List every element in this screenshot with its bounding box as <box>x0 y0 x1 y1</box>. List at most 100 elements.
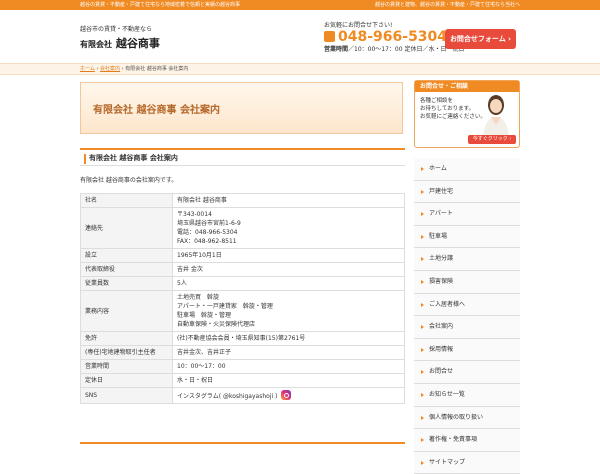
table-value-text: (社)不動産協会会員・埼玉県知事(15)第2761号 <box>177 335 306 342</box>
company-info-table: 社名 有限会社 越谷商事 連絡先 〒343-0014 埼玉県越谷市宮前1-6-9 電話：0… <box>80 193 405 404</box>
table-value-text: アパート・一戸建貸家 斡旋・管理 <box>177 303 273 310</box>
table-key: 営業時間 <box>80 359 173 374</box>
table-value: 吉井金次、吉井正子 <box>172 345 405 360</box>
table-value-text: 吉井 金次 <box>177 266 203 273</box>
sidebar-nav-item[interactable]: ご入居者様へ <box>414 293 520 317</box>
table-key: 連絡先 <box>80 207 173 249</box>
table-row: 連絡先 〒343-0014 埼玉県越谷市宮前1-6-9 電話：048-966-5304… <box>80 207 405 249</box>
sidebar-nav-item[interactable]: 損害保険 <box>414 270 520 294</box>
table-value-text: 〒343-0014 <box>177 211 212 218</box>
sidebar-nav-item[interactable]: アパート <box>414 203 520 226</box>
header-catch: お気軽にお問合せ下さい! <box>324 22 393 29</box>
table-value: 水・日・祝日 <box>172 373 405 388</box>
breadcrumb-parent[interactable]: 会社案内 <box>100 66 120 72</box>
sidebar-nav-item[interactable]: 土地分譲 <box>414 248 520 271</box>
contact-now-button[interactable]: 今すぐクリック › <box>468 135 516 144</box>
header-hours: 営業時間／10：00～17：00 定休日／水・日・祝日 <box>324 44 464 53</box>
sidebar-nav-item[interactable]: お知らせ一覧 <box>414 383 520 407</box>
header-phone[interactable]: 048-966-5304 <box>324 29 447 45</box>
contact-widget: お問合せ・ご相談 各種ご相談を お待ちしております。 お気軽にご連絡ください。 … <box>414 80 520 148</box>
breadcrumb: ホーム › 会社案内 › 有限会社 越谷商事 会社案内 <box>0 63 600 75</box>
table-row: 設立 1965年10月1日 <box>80 248 405 263</box>
table-row: 社名 有限会社 越谷商事 <box>80 193 405 208</box>
table-value: 1965年10月1日 <box>172 248 405 263</box>
top-strip-right: 越谷の賃貸と建物、越谷の賃貸・不動産・戸建て住宅なら当社へ <box>374 2 520 8</box>
table-row: 定休日 水・日・祝日 <box>80 373 405 388</box>
table-value-line: 5人 <box>177 279 400 288</box>
table-value-text: 土地売買 斡旋 <box>177 294 220 301</box>
contact-line: お待ちしております。 <box>420 106 475 112</box>
sidebar-nav-item[interactable]: ホーム <box>414 158 520 181</box>
intro-text: 有限会社 越谷商事の会社案内です。 <box>80 177 178 184</box>
table-value-line: 自動車保険・火災保険代理店 <box>177 320 400 329</box>
header-tagline: 越谷市の賃貸・不動産なら <box>80 26 153 33</box>
contact-line: お気軽にご連絡ください。 <box>420 114 486 120</box>
table-value: (社)不動産協会会員・埼玉県知事(15)第2761号 <box>172 331 405 346</box>
site-header: 越谷市の賃貸・不動産なら 有限会社 越谷商事 お気軽にお問合せ下さい! 048-… <box>0 10 600 60</box>
table-row: SNS インスタグラム( @koshigayashoji ) <box>80 387 405 404</box>
sidebar-nav-item[interactable]: お問合せ <box>414 361 520 384</box>
table-value-text: 有限会社 越谷商事 <box>177 197 227 204</box>
section-heading: 有限会社 越谷商事 会社案内 <box>80 148 405 166</box>
table-value-line: 埼玉県越谷市宮前1-6-9 <box>177 219 400 228</box>
table-value-line: インスタグラム( @koshigayashoji ) <box>177 390 400 401</box>
table-value-line: 有限会社 越谷商事 <box>177 196 400 205</box>
page-title: 有限会社 越谷商事 会社案内 <box>93 105 220 116</box>
table-row: 業務内容 土地売買 斡旋アパート・一戸建貸家 斡旋・管理 駐車場 斡旋・管理 自動車保… <box>80 290 405 332</box>
table-value: 吉井 金次 <box>172 262 405 277</box>
table-value: 有限会社 越谷商事 <box>172 193 405 208</box>
sidebar-nav: ホーム 戸建住宅 アパート 駐車場 土地分譲 損害保険 ご入居者様へ 会社案内 採用情報 お問合せ… <box>414 158 520 474</box>
instagram-icon[interactable] <box>281 390 292 400</box>
breadcrumb-home[interactable]: ホーム <box>80 66 95 72</box>
sidebar-nav-item[interactable]: 個人情報の取り扱い <box>414 406 520 430</box>
table-value-line: 1965年10月1日 <box>177 251 400 260</box>
table-row: 従業員数 5人 <box>80 276 405 291</box>
table-key: SNS <box>80 387 173 404</box>
table-value: 〒343-0014 埼玉県越谷市宮前1-6-9 電話：048-966-5304 FAX… <box>172 207 405 249</box>
staff-photo <box>483 95 509 137</box>
table-value-text: 5人 <box>177 280 187 287</box>
sidebar-nav-item[interactable]: 採用情報 <box>414 338 520 362</box>
table-key: 業務内容 <box>80 290 173 332</box>
sidebar-nav-item[interactable]: 駐車場 <box>414 225 520 249</box>
table-value-line: 吉井 金次 <box>177 265 400 274</box>
table-value: インスタグラム( @koshigayashoji ) <box>172 387 405 404</box>
site-logo[interactable]: 有限会社 越谷商事 <box>80 35 160 51</box>
table-value-line: 10：00～17：00 <box>177 362 400 371</box>
table-key: 従業員数 <box>80 276 173 291</box>
breadcrumb-current: 有限会社 越谷商事 会社案内 <box>125 66 189 72</box>
table-value-text: 埼玉県越谷市宮前1-6-9 <box>177 220 241 227</box>
table-row: 営業時間 10：00～17：00 <box>80 359 405 374</box>
contact-form-button[interactable]: お問合せフォーム › <box>445 29 516 49</box>
table-value: 土地売買 斡旋アパート・一戸建貸家 斡旋・管理 駐車場 斡旋・管理 自動車保険・火災… <box>172 290 405 332</box>
table-value-line: 水・日・祝日 <box>177 376 400 385</box>
sidebar-nav-item[interactable]: 戸建住宅 <box>414 180 520 204</box>
sidebar-nav-item[interactable]: 会社案内 <box>414 316 520 339</box>
table-value-line: 〒343-0014 <box>177 210 400 219</box>
table-value-line: (社)不動産協会会員・埼玉県知事(15)第2761号 <box>177 334 400 343</box>
contact-widget-heading: お問合せ・ご相談 <box>415 81 519 92</box>
table-value-line: FAX：048-962-8511 <box>177 237 400 246</box>
table-value-line: 駐車場 斡旋・管理 <box>177 311 400 320</box>
table-value-line: アパート・一戸建貸家 斡旋・管理 <box>177 302 400 311</box>
table-row: (専任)宅地建物取引主任者 吉井金次、吉井正子 <box>80 345 405 360</box>
table-value-text: 駐車場 斡旋・管理 <box>177 312 232 319</box>
phone-icon <box>324 31 335 42</box>
sidebar-nav-item[interactable]: 著作権・免責事項 <box>414 429 520 452</box>
table-value-text: 1965年10月1日 <box>177 252 222 259</box>
table-key: 代表取締役 <box>80 262 173 277</box>
table-value-text: 電話：048-966-5304 <box>177 229 238 236</box>
company-name: 越谷商事 <box>115 37 160 50</box>
top-strip: 越谷の賃貸・不動産・戸建て住宅なら地域密着で信頼と実績の越谷商事 越谷の賃貸と建… <box>0 0 600 10</box>
table-key: 設立 <box>80 248 173 263</box>
table-value-line: 吉井金次、吉井正子 <box>177 348 400 357</box>
phone-number: 048-966-5304 <box>338 29 448 45</box>
section-title: 有限会社 越谷商事 会社案内 <box>89 154 178 162</box>
table-value: 10：00～17：00 <box>172 359 405 374</box>
table-key: (専任)宅地建物取引主任者 <box>80 345 173 360</box>
section-divider <box>80 442 405 444</box>
sidebar-nav-item[interactable]: サイトマップ <box>414 451 520 474</box>
table-value: 5人 <box>172 276 405 291</box>
table-value-text: FAX：048-962-8511 <box>177 238 237 245</box>
table-key: 免許 <box>80 331 173 346</box>
